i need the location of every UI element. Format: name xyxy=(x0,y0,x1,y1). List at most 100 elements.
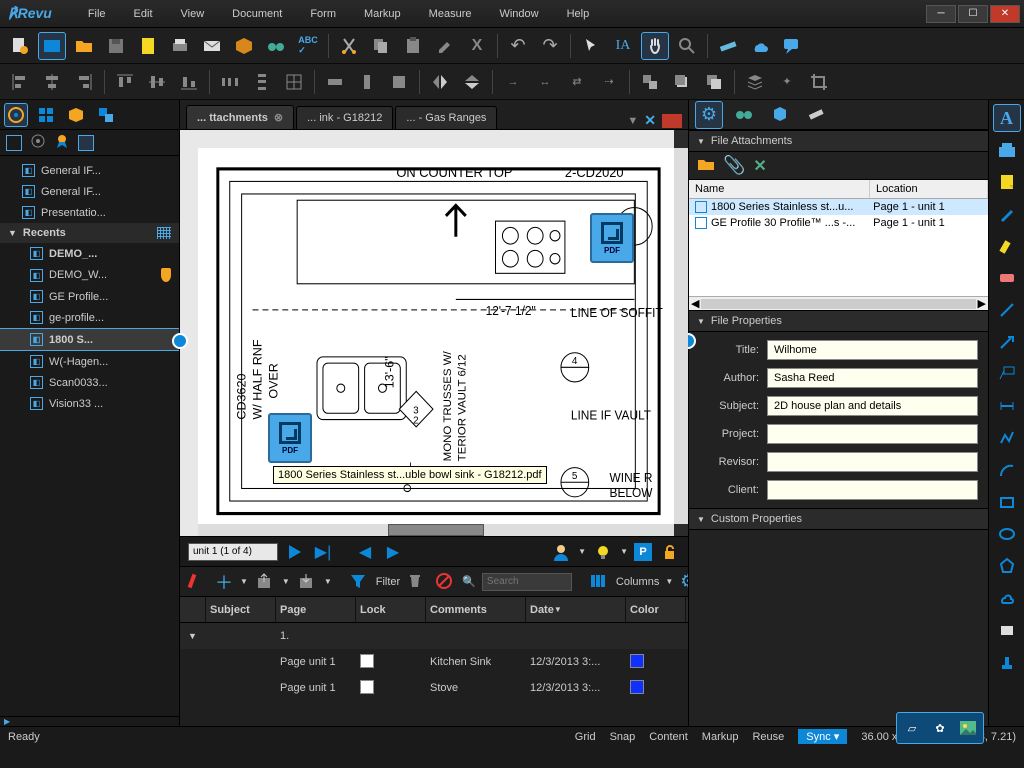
markup-group-row[interactable]: ▼1. xyxy=(180,623,688,649)
dist-v-icon[interactable] xyxy=(248,68,276,96)
ribbon-icon[interactable] xyxy=(54,133,70,152)
x-tool-icon[interactable]: X xyxy=(463,32,491,60)
box-tab-icon[interactable] xyxy=(64,103,88,127)
cloud-icon[interactable] xyxy=(746,32,774,60)
size-both-icon[interactable] xyxy=(385,68,413,96)
columns-icon[interactable] xyxy=(588,568,610,596)
ellipse-tool-icon[interactable] xyxy=(993,520,1021,548)
binoculars-icon[interactable] xyxy=(262,32,290,60)
drawing-canvas[interactable]: ON COUNTER TOP 2-CD2020 12'-7 1/2" LINE … xyxy=(198,148,674,524)
record-icon[interactable] xyxy=(30,133,46,152)
panel-handle-left[interactable] xyxy=(172,333,188,349)
notes-icon[interactable] xyxy=(134,32,162,60)
menu-measure[interactable]: Measure xyxy=(415,5,486,23)
tree-item[interactable]: ◧General IF... xyxy=(0,160,179,181)
polygon-tool-icon[interactable] xyxy=(993,552,1021,580)
menu-document[interactable]: Document xyxy=(218,5,296,23)
arrow-dash-icon[interactable]: ⇢ xyxy=(595,68,623,96)
view-page-icon[interactable]: ▱ xyxy=(901,717,923,739)
select-icon[interactable] xyxy=(577,32,605,60)
col-page[interactable]: Page xyxy=(276,597,356,622)
tree-recent[interactable]: ◧DEMO_... xyxy=(0,243,179,264)
ruler-icon[interactable] xyxy=(714,32,742,60)
menu-edit[interactable]: Edit xyxy=(120,5,167,23)
group-icon[interactable] xyxy=(636,68,664,96)
note-tool-icon[interactable] xyxy=(993,168,1021,196)
col-date[interactable]: Date xyxy=(526,597,626,622)
align-top-icon[interactable] xyxy=(111,68,139,96)
tree-recent[interactable]: ◧GE Profile... xyxy=(0,286,179,307)
tree-item[interactable]: ◧General IF... xyxy=(0,181,179,202)
paperclip-icon[interactable]: 📎 xyxy=(723,155,745,176)
col-color[interactable]: Color xyxy=(626,597,686,622)
att-col-name[interactable]: Name xyxy=(689,180,870,198)
attachment-row[interactable]: 1800 Series Stainless st...u... Page 1 -… xyxy=(689,199,988,215)
explode-icon[interactable]: ✦ xyxy=(773,68,801,96)
view-gear-icon[interactable]: ✿ xyxy=(929,717,951,739)
pdf-attachment-icon[interactable]: PDF xyxy=(268,413,312,463)
typewriter-icon[interactable] xyxy=(993,136,1021,164)
arrow-tool-icon[interactable] xyxy=(993,328,1021,356)
input-subject[interactable] xyxy=(767,396,978,416)
view-image-icon[interactable] xyxy=(957,717,979,739)
tree-recent-selected[interactable]: ◧1800 S... xyxy=(0,328,179,351)
input-project[interactable] xyxy=(767,424,978,444)
bulb-icon[interactable] xyxy=(592,541,614,563)
ocr-icon[interactable]: ABC✓ xyxy=(294,32,322,60)
menu-window[interactable]: Window xyxy=(485,5,552,23)
folder-icon[interactable] xyxy=(70,32,98,60)
doc-tab[interactable]: ... - Gas Ranges xyxy=(395,106,497,129)
filter-funnel-icon[interactable] xyxy=(348,568,370,596)
highlight-icon[interactable] xyxy=(431,32,459,60)
line-tool-icon[interactable] xyxy=(993,296,1021,324)
dist-h-icon[interactable] xyxy=(216,68,244,96)
size-w-icon[interactable] xyxy=(321,68,349,96)
print-icon[interactable] xyxy=(166,32,194,60)
dimension-tool-icon[interactable] xyxy=(993,392,1021,420)
open-icon[interactable] xyxy=(38,32,66,60)
sync-button[interactable]: Sync ▾ xyxy=(798,729,847,744)
remove-icon[interactable]: ✕ xyxy=(753,156,766,176)
plus-icon[interactable]: ＋ xyxy=(214,568,234,596)
export-icon[interactable] xyxy=(254,568,276,596)
doc-tab-active[interactable]: ... ttachments⊗ xyxy=(186,105,294,129)
parking-icon[interactable]: P xyxy=(634,543,652,561)
redo-icon[interactable]: ↷ xyxy=(536,32,564,60)
crop-icon[interactable] xyxy=(805,68,833,96)
align-bottom-icon[interactable] xyxy=(175,68,203,96)
mail-icon[interactable] xyxy=(198,32,226,60)
input-author[interactable] xyxy=(767,368,978,388)
unlock-icon[interactable] xyxy=(658,541,680,563)
att-scrollbar[interactable]: ◀▶ xyxy=(689,296,988,310)
import-icon[interactable] xyxy=(296,568,318,596)
page-input[interactable] xyxy=(188,543,278,561)
markup-row[interactable]: Page unit 1 Kitchen Sink 12/3/2013 3:...… xyxy=(180,649,688,675)
flatten-icon[interactable] xyxy=(741,68,769,96)
panel-expand-icon[interactable]: ▶ xyxy=(0,716,179,726)
callout-tool-icon[interactable] xyxy=(993,360,1021,388)
center-icon[interactable] xyxy=(280,68,308,96)
polyline-tool-icon[interactable] xyxy=(993,424,1021,452)
markups-search[interactable] xyxy=(482,573,572,591)
col-comments[interactable]: Comments xyxy=(426,597,526,622)
pen-red-icon[interactable] xyxy=(186,568,208,596)
columns-label[interactable]: Columns xyxy=(616,576,659,588)
custom-properties-header[interactable]: ▼Custom Properties xyxy=(689,508,988,530)
filled-rect-icon[interactable] xyxy=(993,616,1021,644)
clear-filter-icon[interactable] xyxy=(434,568,456,596)
window-minimize[interactable]: ─ xyxy=(926,5,956,23)
cube-tab-icon[interactable] xyxy=(767,101,795,129)
recents-header[interactable]: ▼Recents xyxy=(0,223,179,243)
stamp-tool-icon[interactable] xyxy=(993,648,1021,676)
scrollbar-horizontal[interactable] xyxy=(198,524,674,536)
text-tool-icon[interactable]: A xyxy=(993,104,1021,132)
doc-tab[interactable]: ... ink - G18212 xyxy=(296,106,393,129)
col-status[interactable]: Status xyxy=(686,597,688,622)
rect-tool-icon[interactable] xyxy=(993,488,1021,516)
input-client[interactable] xyxy=(767,480,978,500)
grid-tab-icon[interactable] xyxy=(34,103,58,127)
markups-grid[interactable]: Subject Page Lock Comments Date Color St… xyxy=(180,597,688,726)
next-page-icon[interactable]: ▶| xyxy=(312,541,334,563)
thumbnails-tab-icon[interactable] xyxy=(4,103,28,127)
eraser-tool-icon[interactable] xyxy=(993,264,1021,292)
